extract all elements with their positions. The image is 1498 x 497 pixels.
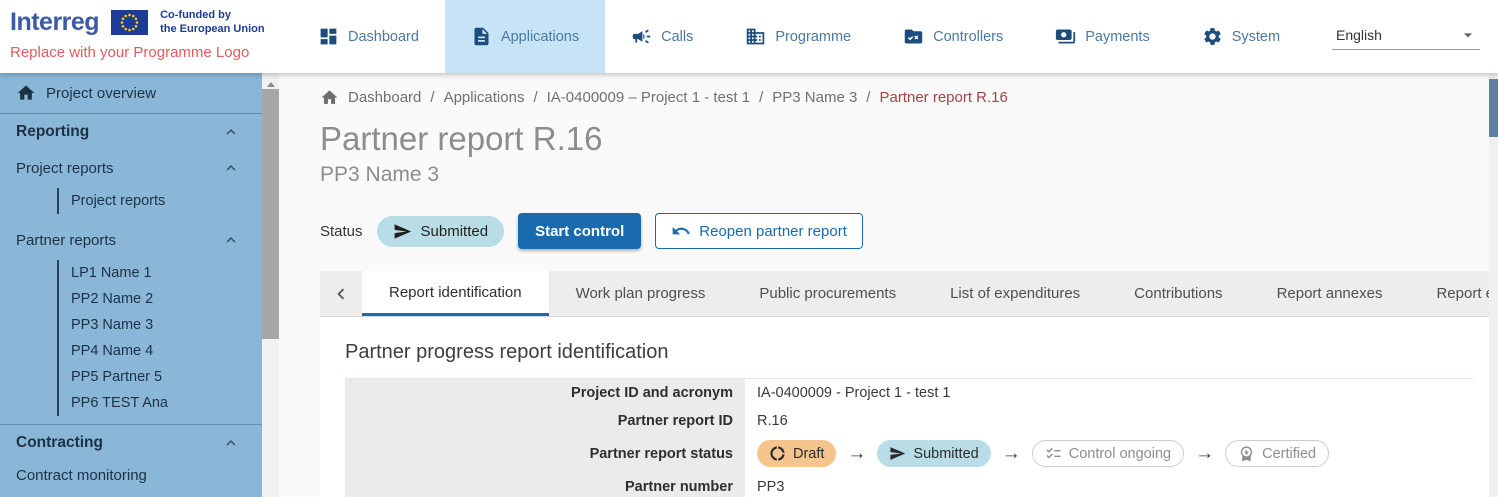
page-scrollbar[interactable] [1489, 73, 1498, 497]
tab-report-export[interactable]: Report export [1409, 271, 1498, 316]
calls-icon [631, 26, 652, 47]
sidebar-group-contracting[interactable]: Contracting [0, 425, 262, 461]
reopen-partner-report-button[interactable]: Reopen partner report [655, 213, 863, 249]
breadcrumb-project[interactable]: IA-0400009 – Project 1 - test 1 [547, 89, 750, 106]
breadcrumb-partner[interactable]: PP3 Name 3 [772, 89, 857, 106]
status-chip-certified: Certified [1225, 440, 1329, 467]
sidebar-group-project-reports[interactable]: Project reports [0, 150, 262, 186]
sidebar-item-pp4[interactable]: PP4 Name 4 [59, 338, 262, 364]
nav-item-programme[interactable]: Programme [719, 0, 877, 73]
language-value: English [1336, 27, 1382, 43]
nav-item-system[interactable]: System [1176, 0, 1306, 73]
sidebar-group-reporting[interactable]: Reporting [0, 114, 262, 150]
sidebar-item-contract-monitoring[interactable]: Contract monitoring [0, 461, 262, 490]
nav-item-calls[interactable]: Calls [605, 0, 719, 73]
project-sidebar: Project overview Reporting Project repor… [0, 73, 279, 497]
tab-contributions[interactable]: Contributions [1107, 271, 1249, 316]
breadcrumb-applications[interactable]: Applications [444, 89, 525, 106]
breadcrumb-dashboard[interactable]: Dashboard [348, 89, 421, 106]
system-icon [1202, 26, 1223, 47]
send-icon [393, 222, 412, 241]
status-flow: Draft → Submitted → Control ongoing [757, 440, 1461, 467]
payments-icon [1055, 26, 1076, 47]
chevron-left-icon [330, 283, 352, 305]
table-row: Project ID and acronym IA-0400009 - Proj… [345, 379, 1473, 407]
sidebar-item-pp2[interactable]: PP2 Name 2 [59, 286, 262, 312]
flow-arrow: → [1195, 443, 1214, 465]
identification-table: Project ID and acronym IA-0400009 - Proj… [345, 378, 1473, 497]
chevron-down-icon [1458, 25, 1478, 45]
controllers-icon [903, 26, 924, 47]
status-bar: Status Submitted Start control Reopen pa… [320, 213, 1498, 249]
chevron-up-icon [222, 159, 240, 177]
tab-work-plan-progress[interactable]: Work plan progress [549, 271, 733, 316]
chevron-up-icon [222, 123, 240, 141]
sidebar-group-partner-reports[interactable]: Partner reports [0, 222, 262, 258]
top-navbar: Interreg Co-funded by the European Union… [0, 0, 1498, 73]
sidebar-item-pp6[interactable]: PP6 TEST Ana [59, 390, 262, 416]
eu-flag-icon [111, 10, 148, 35]
nav-item-controllers[interactable]: Controllers [877, 0, 1029, 73]
page-scrollbar-thumb[interactable] [1489, 79, 1498, 137]
breadcrumb: Dashboard / Applications / IA-0400009 – … [320, 88, 1498, 107]
sidebar-item-project-overview[interactable]: Project overview [0, 73, 262, 113]
status-chip-draft: Draft [757, 440, 836, 467]
programme-icon [745, 26, 766, 47]
table-row: Partner number PP3 [345, 473, 1473, 497]
checklist-icon [1045, 445, 1062, 462]
language-selector[interactable]: English [1332, 23, 1480, 50]
home-icon [16, 83, 36, 103]
eu-caption: Co-funded by the European Union [160, 9, 265, 35]
report-tabs: Report identification Work plan progress… [320, 271, 1498, 317]
project-reports-subgroup: Project reports [57, 188, 262, 214]
partner-reports-subgroup: LP1 Name 1 PP2 Name 2 PP3 Name 3 PP4 Nam… [57, 260, 262, 416]
sidebar-item-pp3[interactable]: PP3 Name 3 [59, 312, 262, 338]
flow-arrow: → [847, 443, 866, 465]
identification-panel: Partner progress report identification P… [320, 317, 1498, 497]
scrollbar-up-arrow-icon[interactable] [262, 73, 279, 87]
nav-item-applications[interactable]: Applications [445, 0, 605, 73]
send-icon [889, 445, 906, 462]
breadcrumb-current: Partner report R.16 [879, 89, 1007, 106]
sidebar-item-project-reports[interactable]: Project reports [59, 188, 262, 214]
tab-list-of-expenditures[interactable]: List of expenditures [923, 271, 1107, 316]
tab-report-identification[interactable]: Report identification [362, 271, 549, 316]
table-row: Partner report ID R.16 [345, 407, 1473, 435]
nav-item-dashboard[interactable]: Dashboard [292, 0, 445, 73]
sidebar-scrollbar[interactable] [262, 73, 279, 497]
section-heading: Partner progress report identification [345, 341, 1473, 364]
tab-public-procurements[interactable]: Public procurements [732, 271, 923, 316]
status-chip-control-ongoing: Control ongoing [1032, 440, 1184, 467]
table-row: Partner report status Draft → Submitted [345, 435, 1473, 473]
nav-item-payments[interactable]: Payments [1029, 0, 1175, 73]
start-control-button[interactable]: Start control [518, 213, 641, 249]
chevron-up-icon [222, 434, 240, 452]
brand-block: Interreg Co-funded by the European Union… [0, 0, 292, 73]
tab-report-annexes[interactable]: Report annexes [1250, 271, 1410, 316]
main-content: Dashboard / Applications / IA-0400009 – … [279, 73, 1498, 497]
status-badge: Submitted [377, 216, 505, 247]
sidebar-item-lp1[interactable]: LP1 Name 1 [59, 260, 262, 286]
page-title: Partner report R.16 [320, 120, 1498, 158]
main-nav: Dashboard Applications Calls Programme C… [292, 0, 1332, 73]
dashboard-icon [318, 26, 339, 47]
draft-icon [769, 445, 786, 462]
home-icon [320, 88, 339, 107]
undo-icon [671, 221, 691, 241]
sidebar-scrollbar-thumb[interactable] [262, 89, 279, 339]
status-label: Status [320, 223, 363, 240]
programme-logo-placeholder: Replace with your Programme Logo [10, 44, 292, 61]
interreg-logo: Interreg [10, 8, 99, 37]
certified-medal-icon [1238, 445, 1255, 462]
chevron-up-icon [222, 231, 240, 249]
flow-arrow: → [1002, 443, 1021, 465]
sidebar-item-pp5[interactable]: PP5 Partner 5 [59, 364, 262, 390]
tabs-scroll-left-button[interactable] [320, 271, 362, 316]
status-chip-submitted: Submitted [877, 440, 990, 467]
applications-icon [471, 26, 492, 47]
page-subtitle: PP3 Name 3 [320, 163, 1498, 187]
